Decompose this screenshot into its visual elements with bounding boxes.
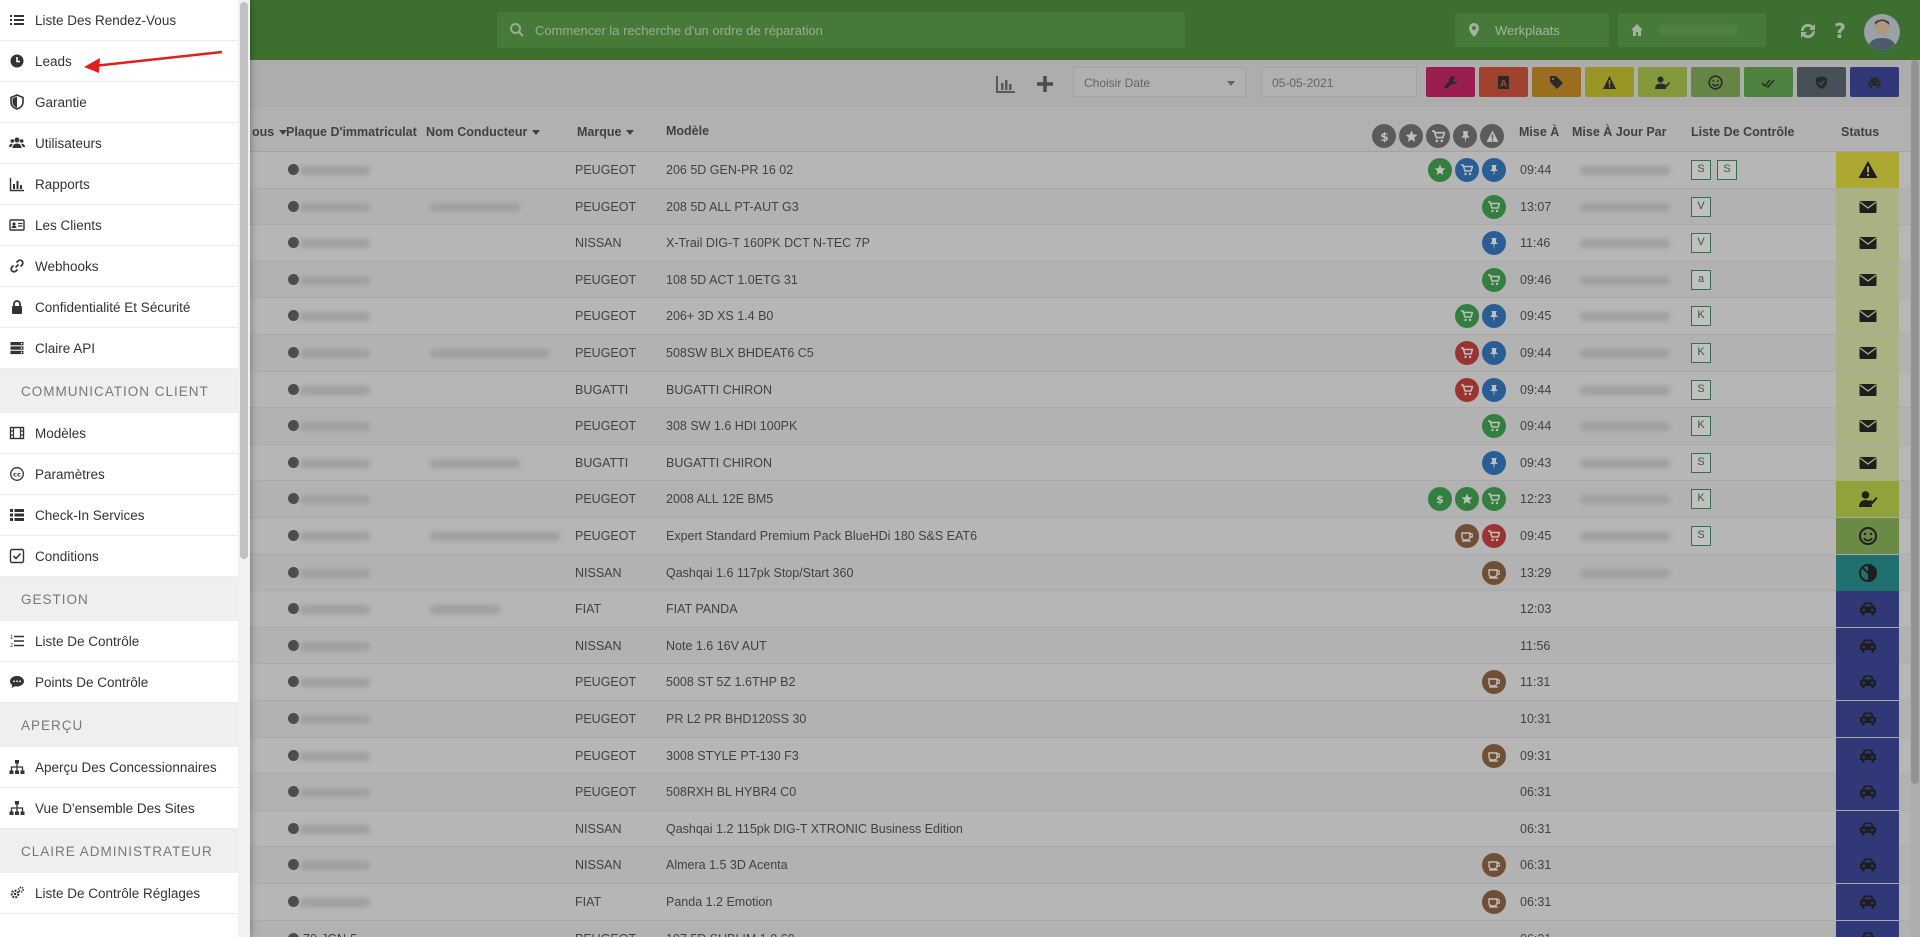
drawer-item-utilisateurs[interactable]: Utilisateurs bbox=[0, 123, 238, 164]
drawer-item-claire-api[interactable]: Claire API bbox=[0, 328, 238, 369]
drawer-item-conditions[interactable]: Conditions bbox=[0, 536, 238, 577]
users-icon bbox=[9, 137, 25, 148]
drawer-item-rapports[interactable]: Rapports bbox=[0, 164, 238, 205]
drawer-scrollbar-thumb[interactable] bbox=[240, 2, 248, 559]
cc-icon: cc bbox=[10, 467, 24, 481]
drawer-item-les-clients[interactable]: Les Clients bbox=[0, 205, 238, 246]
drawer-item-confidentialite-et-securite[interactable]: Confidentialité Et Sécurité bbox=[0, 287, 238, 328]
clock-icon bbox=[10, 54, 24, 68]
svg-text:2: 2 bbox=[10, 643, 13, 649]
drawer-item-parametres[interactable]: cc Paramètres bbox=[0, 454, 238, 495]
grid-list-icon bbox=[10, 509, 24, 521]
sitemap-icon bbox=[9, 760, 25, 774]
drawer-item-label: Liste De Contrôle bbox=[35, 633, 140, 649]
drawer-section-header: CLAIRE ADMINISTRATEUR bbox=[0, 829, 238, 873]
drawer-item-check-in-services[interactable]: Check-In Services bbox=[0, 495, 238, 536]
sitemap-icon bbox=[9, 801, 25, 815]
film-icon bbox=[9, 426, 25, 440]
drawer-item-webhooks[interactable]: Webhooks bbox=[0, 246, 238, 287]
drawer-item-liste-de-controle-reglages[interactable]: Liste De Contrôle Réglages bbox=[0, 873, 238, 914]
server-icon bbox=[10, 342, 24, 355]
drawer-item-label: Webhooks bbox=[35, 258, 99, 274]
modal-overlay[interactable] bbox=[0, 0, 1920, 937]
svg-text:1: 1 bbox=[10, 635, 13, 641]
cogs-icon bbox=[10, 886, 25, 899]
comment-icon bbox=[10, 676, 24, 688]
drawer-item-label: Aperçu Des Concessionnaires bbox=[35, 759, 217, 775]
drawer-item-points-de-controle[interactable]: Points De Contrôle bbox=[0, 662, 238, 703]
drawer-item-label: Garantie bbox=[35, 94, 87, 110]
drawer-item-label: Confidentialité Et Sécurité bbox=[35, 299, 191, 315]
drawer-item-label: Points De Contrôle bbox=[35, 674, 149, 690]
lock-icon bbox=[12, 300, 22, 314]
drawer-item-label: Les Clients bbox=[35, 217, 102, 233]
drawer-item-label: Check-In Services bbox=[35, 507, 145, 523]
drawer-item-apercu-des-concessionnaires[interactable]: Aperçu Des Concessionnaires bbox=[0, 747, 238, 788]
drawer-item-label: Utilisateurs bbox=[35, 135, 102, 151]
shield-icon bbox=[10, 94, 24, 110]
drawer-item-label: Modèles bbox=[35, 425, 87, 441]
drawer-section-header: APERÇU bbox=[0, 703, 238, 747]
link-icon bbox=[10, 259, 24, 273]
svg-text:cc: cc bbox=[13, 470, 21, 478]
drawer-item-liste-des-rendez-vous[interactable]: Liste Des Rendez-Vous bbox=[0, 0, 238, 41]
drawer-item-label: Leads bbox=[35, 53, 72, 69]
drawer-item-label: Vue D'ensemble Des Sites bbox=[35, 800, 195, 816]
checkbox-icon bbox=[9, 548, 25, 564]
drawer-section-header: COMMUNICATION CLIENT bbox=[0, 369, 238, 413]
list-ol-icon: 12 bbox=[10, 635, 24, 649]
drawer-item-label: Claire API bbox=[35, 340, 96, 356]
drawer-item-vue-d-ensemble-des-sites[interactable]: Vue D'ensemble Des Sites bbox=[0, 788, 238, 829]
bar-chart-icon bbox=[9, 178, 24, 192]
red-arrow-annotation bbox=[84, 50, 223, 73]
drawer-item-label: Paramètres bbox=[35, 466, 105, 482]
drawer-section-header: GESTION bbox=[0, 577, 238, 621]
id-card-icon bbox=[9, 219, 25, 231]
drawer-item-modeles[interactable]: Modèles bbox=[0, 413, 238, 454]
drawer-item-label: Conditions bbox=[35, 548, 99, 564]
drawer-scrollbar[interactable] bbox=[238, 0, 250, 937]
drawer-item-label: Liste De Contrôle Réglages bbox=[35, 885, 201, 901]
list-icon bbox=[10, 15, 24, 25]
drawer-item-liste-de-controle[interactable]: 1 2 Liste De Contrôle bbox=[0, 621, 238, 662]
drawer-item-garantie[interactable]: Garantie bbox=[0, 82, 238, 123]
side-drawer: Liste Des Rendez-Vous Leads Garantie Utilis… bbox=[0, 0, 250, 937]
drawer-item-label: Liste Des Rendez-Vous bbox=[35, 12, 177, 28]
drawer-item-label: Rapports bbox=[35, 176, 90, 192]
